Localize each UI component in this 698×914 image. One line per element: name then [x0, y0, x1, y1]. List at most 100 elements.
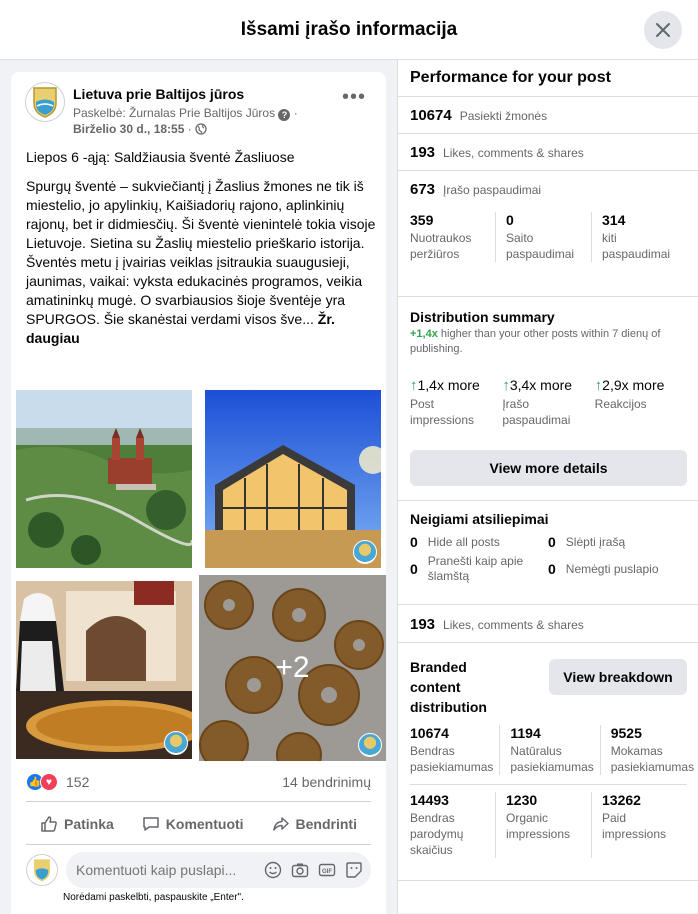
metric-value: ↑1,4x more: [410, 377, 496, 394]
distribution-metrics: ↑1,4x more Post impressions ↑3,4x more Į…: [398, 377, 698, 428]
neg-report-spam: 0 Pranešti kaip apie šlamštą: [410, 554, 548, 584]
neg-unlike-page: 0 Nemėgti puslapio: [548, 554, 686, 584]
gif-icon[interactable]: GIF: [318, 861, 336, 879]
page-logo-icon: [33, 87, 57, 118]
love-reaction-icon[interactable]: ♥: [40, 773, 58, 791]
comment-composer: GIF: [26, 852, 371, 888]
branded-label: Organic impressions: [506, 811, 571, 841]
action-bar: Patinka Komentuoti Bendrinti: [26, 809, 371, 839]
breakdown-label: kiti paspaudimai: [602, 231, 671, 261]
up-arrow-icon: ↑: [410, 377, 418, 394]
page-avatar[interactable]: [25, 82, 65, 122]
engagement-row: 193 Likes, comments & shares: [398, 134, 698, 171]
like-label: Patinka: [63, 816, 114, 832]
branded-total-reach: 10674 Bendras pasiekiamumas: [410, 725, 499, 775]
branded-header: Branded content distribution View breakd…: [398, 657, 698, 717]
comment-icon: [143, 817, 159, 831]
distribution-title: Distribution summary: [410, 309, 555, 325]
breakdown-value: 359: [410, 212, 434, 228]
photo-donuts[interactable]: +2: [199, 575, 386, 761]
reach-row: 10674 Pasiekti žmonės: [398, 97, 698, 134]
globe-icon: [195, 123, 207, 135]
help-icon[interactable]: ?: [278, 109, 291, 121]
comment-hint: Norėdami paskelbti, paspauskite „Enter".: [63, 892, 244, 903]
svg-text:GIF: GIF: [322, 869, 332, 875]
branded-label: Paid impressions: [602, 811, 667, 841]
sticker-icon[interactable]: [345, 861, 363, 879]
engagement-row-2: 193 Likes, comments & shares: [398, 605, 698, 643]
photo-church[interactable]: [16, 390, 192, 568]
breakdown-value: 0: [506, 212, 514, 228]
post-meta: Paskelbė: Žurnalas Prie Baltijos Jūros ?…: [73, 106, 298, 136]
distribution-subtitle: +1,4x higher than your other posts withi…: [398, 325, 698, 357]
shares-count[interactable]: 14 bendrinimų: [282, 774, 371, 790]
branded-divider: [410, 784, 687, 785]
branded-organic-reach: 1194 Natūralus pasiekiamumas: [499, 725, 599, 775]
metric-label: Post impressions: [410, 397, 475, 427]
dialog-title: Išsami įrašo informacija: [240, 18, 458, 40]
post-text: Liepos 6 -ąją: Saldžiausia šventė Žasliu…: [26, 148, 376, 348]
metric-label: Reakcijos: [594, 397, 647, 411]
neg-hide-all: 0 Hide all posts: [410, 535, 548, 550]
negative-feedback-section: Neigiami atsiliepimai 0 Hide all posts 0S…: [398, 501, 698, 605]
neg-label: Hide all posts: [427, 535, 500, 549]
view-breakdown-button[interactable]: View breakdown: [549, 659, 687, 695]
like-button[interactable]: Patinka: [40, 815, 114, 833]
insights-panel: Performance for your post 10674 Pasiekti…: [397, 60, 698, 913]
reach-value: 10674: [410, 107, 452, 124]
posted-by: Paskelbė: Žurnalas Prie Baltijos Jūros: [73, 106, 276, 120]
branded-paid-impressions: 13262 Paid impressions: [591, 792, 687, 858]
engagement2-value: 193: [410, 616, 436, 633]
branded-value: 10674: [410, 725, 449, 741]
share-label: Bendrinti: [295, 816, 357, 832]
photo-baking[interactable]: [16, 581, 192, 759]
view-more-details-button[interactable]: View more details: [410, 450, 687, 486]
divider: [26, 844, 371, 845]
performance-title: Performance for your post: [410, 69, 611, 86]
performance-header: Performance for your post: [398, 60, 698, 97]
post-date[interactable]: Birželio 30 d., 18:55: [73, 122, 184, 136]
page-name[interactable]: Lietuva prie Baltijos jūros: [73, 86, 244, 102]
engagement-label: Likes, comments & shares: [443, 146, 584, 160]
metric-value-text: 3,4x more: [509, 377, 573, 393]
engagement2-label: Likes, comments & shares: [443, 618, 584, 632]
branded-title: Branded content distribution: [410, 659, 487, 715]
branded-value: 14493: [410, 792, 449, 808]
reach-label: Pasiekti žmonės: [459, 109, 548, 123]
metric-clicks: ↑3,4x more Įrašo paspaudimai: [502, 377, 594, 428]
branded-value: 1230: [506, 792, 538, 808]
post-text-body-1: Spurgų šventė – sukviečiantį į Žaslius ž…: [26, 178, 376, 251]
camera-icon[interactable]: [291, 861, 309, 879]
neg-label: Slėpti įrašą: [565, 535, 626, 549]
branded-paid-reach: 9525 Mokamas pasiekiamumas: [599, 725, 698, 775]
breakdown-label: Saito paspaudimai: [506, 231, 575, 261]
post-text-title: Liepos 6 -ąją: Saldžiausia šventė Žasliu…: [26, 149, 295, 165]
comment-button[interactable]: Komentuoti: [142, 815, 244, 833]
close-button[interactable]: [644, 11, 682, 49]
metric-reactions: ↑2,9x more Reakcijos: [595, 377, 687, 428]
negative-title: Neigiami atsiliepimai: [410, 511, 549, 527]
more-options-icon[interactable]: •••: [342, 87, 366, 107]
neg-value: 0: [548, 534, 556, 550]
metric-label: Įrašo paspaudimai: [502, 397, 571, 427]
negative-grid: 0 Hide all posts 0 Slėpti įrašą 0 Pranešti …: [398, 535, 698, 584]
watermark-logo-icon: [358, 733, 382, 757]
distribution-highlight: +1,4x: [410, 328, 438, 340]
breakdown-label: Nuotraukos peržiūros: [410, 231, 472, 261]
branded-row-2: 14493 Bendras parodymų skaičius 1230 Organ…: [398, 792, 698, 858]
emoji-icon[interactable]: [264, 861, 282, 879]
click-breakdown: 359 Nuotraukos peržiūros 0 Saito paspaud…: [398, 212, 698, 262]
branded-value: 1194: [510, 725, 541, 741]
reaction-count[interactable]: 152: [66, 774, 89, 790]
post-panel: Lietuva prie Baltijos jūros Paskelbė: Žu…: [0, 60, 397, 914]
comment-tools: GIF: [264, 861, 363, 879]
post-text-body-2: Šventės metu į įvairias veiklas įsitrauk…: [26, 254, 363, 327]
post-card: Lietuva prie Baltijos jūros Paskelbė: Žu…: [11, 72, 386, 914]
neg-label: Pranešti kaip apie šlamštą: [427, 554, 524, 583]
watermark-logo-icon: [353, 540, 377, 564]
photo-pavilion[interactable]: [205, 390, 381, 568]
more-photos-overlay[interactable]: +2: [199, 575, 386, 761]
distribution-section: Distribution summary +1,4x higher than y…: [398, 297, 698, 501]
share-button[interactable]: Bendrinti: [272, 815, 357, 833]
branded-label: Mokamas pasiekiamumas: [610, 744, 695, 774]
